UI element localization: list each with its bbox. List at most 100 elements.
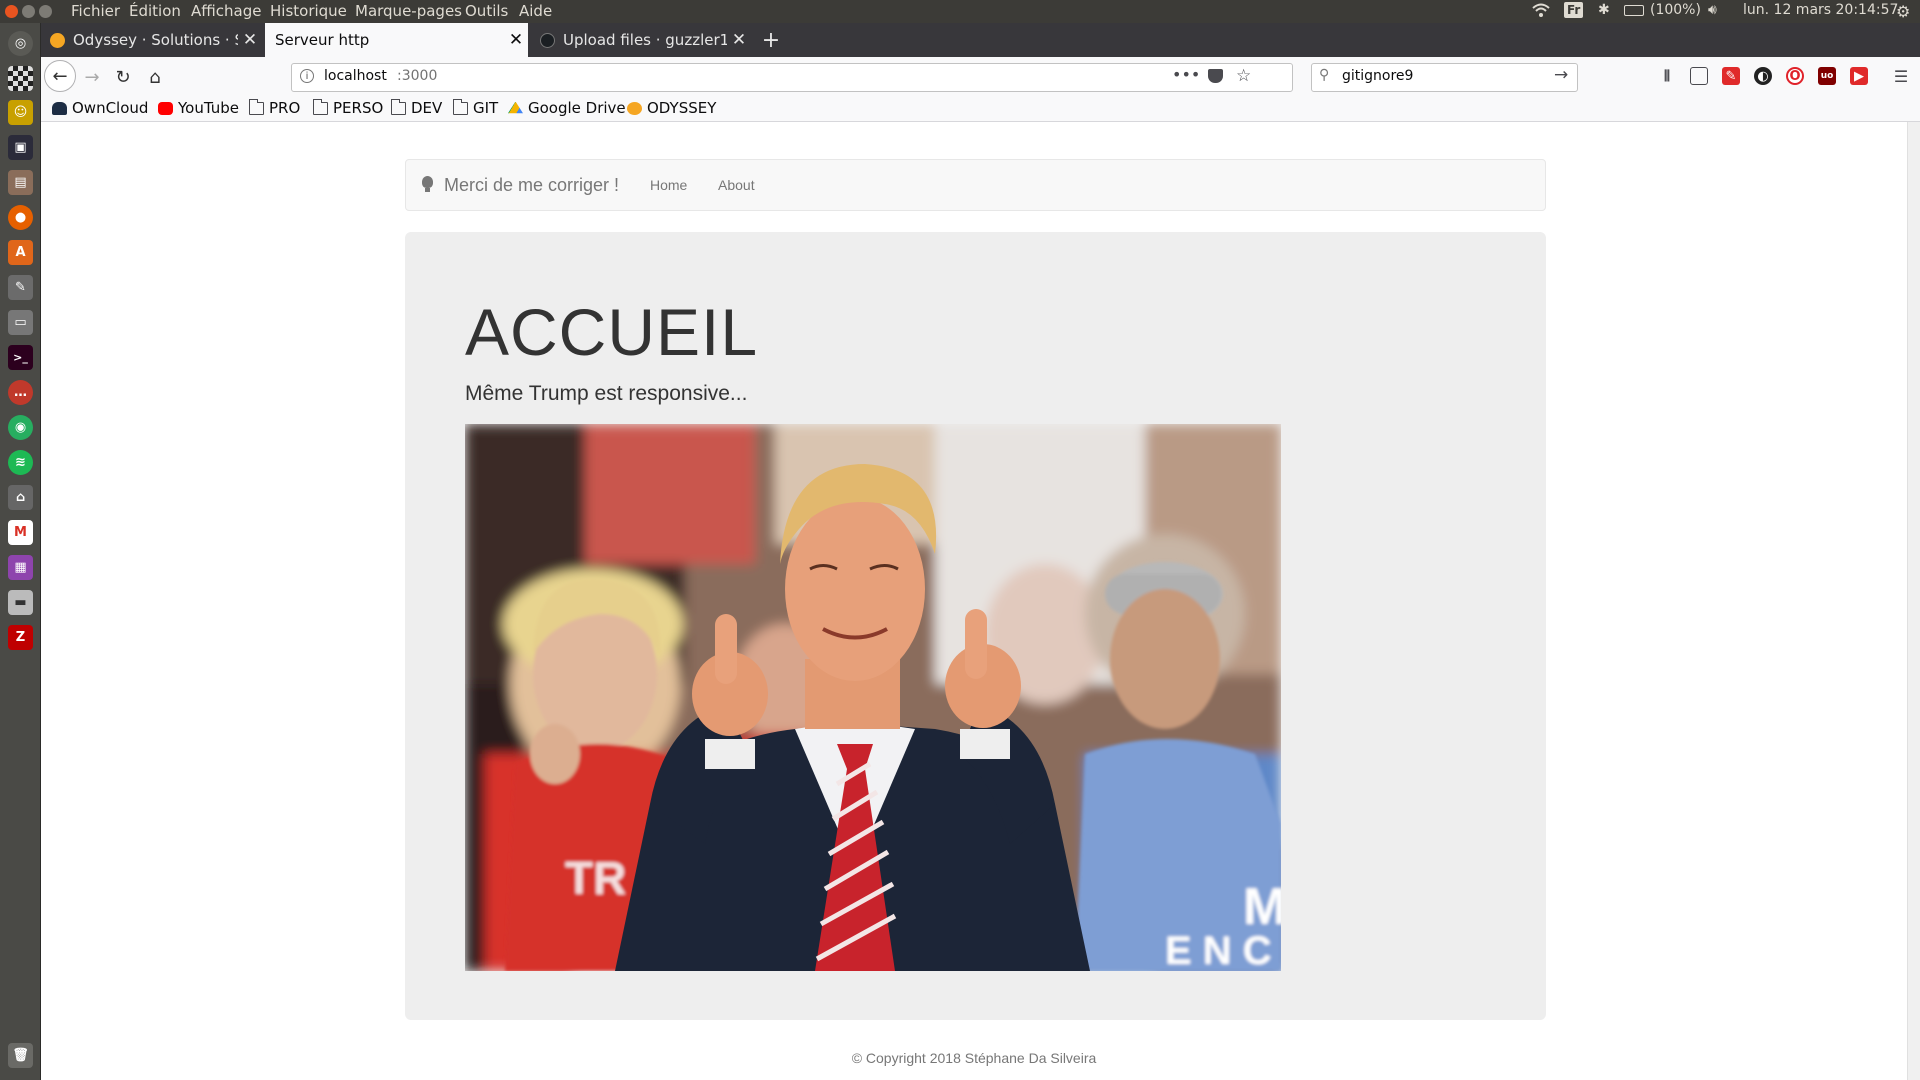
spotify-icon[interactable]: ≋	[8, 450, 33, 475]
menu-historique[interactable]: Historique	[270, 2, 347, 20]
battery-level-text: (100%)	[1650, 2, 1701, 18]
svg-text:TR: TR	[565, 852, 626, 904]
dash-icon[interactable]: ◎	[8, 31, 33, 56]
bookmark-folder-pro[interactable]: PRO	[249, 98, 300, 117]
hero-photo: M E N C TR	[465, 424, 1281, 971]
clock-text[interactable]: lun. 12 mars 20:14:57	[1743, 2, 1898, 18]
battery-icon[interactable]	[1624, 5, 1644, 16]
bookmark-odyssey[interactable]: ODYSSEY	[627, 99, 716, 117]
settings-icon[interactable]: ✎	[8, 275, 33, 300]
window-maximize-button[interactable]	[39, 5, 52, 18]
bookmark-google-drive[interactable]: Google Drive	[508, 99, 626, 117]
ublock-icon[interactable]: uo	[1818, 67, 1836, 85]
screenshot-icon[interactable]: ▣	[8, 135, 33, 160]
page-subtitle: Même Trump est responsive...	[465, 382, 748, 405]
extension-youtube-icon[interactable]: ▶	[1850, 67, 1868, 85]
extension-red-pen-icon[interactable]: ✎	[1722, 67, 1740, 85]
nav-home-link[interactable]: Home	[650, 177, 687, 193]
chess-icon[interactable]	[8, 66, 33, 91]
bookmark-folder-perso[interactable]: PERSO	[313, 98, 383, 117]
library-icon[interactable]: ⫼	[1658, 67, 1676, 85]
site-footer: © Copyright 2018 Stéphane Da Silveira	[851, 1050, 1097, 1066]
pocket-icon[interactable]	[1208, 69, 1223, 83]
window-close-button[interactable]	[5, 5, 18, 18]
back-button[interactable]: ←	[44, 60, 76, 92]
close-tab-icon[interactable]: ✕	[504, 30, 528, 50]
sidebar-icon[interactable]	[1690, 67, 1708, 85]
github-favicon-icon	[540, 32, 555, 48]
lightbulb-base	[425, 188, 430, 192]
network-icon[interactable]: ⌂	[8, 485, 33, 510]
wifi-icon[interactable]	[1532, 2, 1550, 22]
chat-icon[interactable]: …	[8, 380, 33, 405]
svg-text:M: M	[1243, 878, 1281, 936]
firefox-icon[interactable]: ●	[8, 205, 33, 230]
filezilla-icon[interactable]: Z	[8, 625, 33, 650]
terminal-icon[interactable]: >_	[8, 345, 33, 370]
hero-photo-illustration: M E N C TR	[465, 424, 1281, 971]
menu-outils[interactable]: Outils	[465, 2, 508, 20]
gmail-icon[interactable]: M	[8, 520, 33, 545]
menu-marque-pages[interactable]: Marque-pages	[355, 2, 462, 20]
bookmark-folder-git[interactable]: GIT	[453, 98, 498, 117]
nav-about-link[interactable]: About	[718, 177, 755, 193]
tab-odyssey[interactable]: Odyssey · Solutions · Se ✕	[41, 23, 262, 57]
search-input[interactable]: gitignore9	[1342, 68, 1413, 84]
bookmarks-toolbar: OwnCloud YouTube PRO PERSO DEV GIT Googl…	[41, 97, 1920, 122]
extension-dark-circle-icon[interactable]: ◐	[1754, 67, 1772, 85]
browser-nav-bar: ← → ↻ ⌂ i localhost :3000 ••• ☆ ⚲ gitign…	[41, 57, 1920, 97]
hamburger-menu-icon[interactable]: ☰	[1892, 67, 1910, 86]
bookmark-folder-dev[interactable]: DEV	[391, 98, 442, 117]
menu-aide[interactable]: Aide	[519, 2, 552, 20]
jumbotron: ACCUEIL Même Trump est responsive... M E…	[405, 232, 1546, 1020]
bluetooth-icon[interactable]: ✱	[1598, 2, 1610, 18]
tab-upload-files[interactable]: Upload files · guzzler13/ ✕	[531, 23, 751, 57]
page-scrollbar[interactable]	[1907, 122, 1920, 1080]
media-icon[interactable]: ▦	[8, 555, 33, 580]
menu-edition[interactable]: Édition	[129, 2, 181, 20]
trash-icon[interactable]: 🗑︎	[8, 1043, 33, 1068]
bookmark-owncloud[interactable]: OwnCloud	[52, 99, 148, 117]
search-bar[interactable]: ⚲ gitignore9 →	[1311, 63, 1578, 92]
volume-icon[interactable]: 🔊︎	[1708, 2, 1717, 18]
reload-button[interactable]: ↻	[109, 63, 137, 91]
bookmark-youtube[interactable]: YouTube	[158, 99, 239, 117]
folder-icon	[391, 98, 406, 115]
lightbulb-icon	[422, 176, 433, 188]
site-navbar: Merci de me corriger ! Home About	[405, 159, 1546, 211]
pidgin-icon[interactable]: ☺	[8, 100, 33, 125]
close-tab-icon[interactable]: ✕	[727, 30, 751, 50]
home-button[interactable]: ⌂	[141, 63, 169, 91]
page-actions-icon[interactable]: •••	[1172, 65, 1200, 84]
disk-icon[interactable]: ▬	[8, 590, 33, 615]
info-icon[interactable]: i	[300, 69, 314, 83]
page-viewport: Merci de me corriger ! Home About ACCUEI…	[41, 122, 1907, 1080]
owncloud-icon	[52, 101, 67, 115]
software-center-icon[interactable]: A	[8, 240, 33, 265]
search-go-icon[interactable]: →	[1554, 65, 1568, 85]
url-bar[interactable]: i localhost :3000 ••• ☆	[291, 63, 1293, 92]
folder-icon	[249, 98, 264, 115]
files-icon[interactable]: ▤	[8, 170, 33, 195]
menu-fichier[interactable]: Fichier	[71, 2, 120, 20]
bookmark-star-icon[interactable]: ☆	[1236, 66, 1251, 86]
webcam-icon[interactable]: ◉	[8, 415, 33, 440]
keyboard-layout-indicator[interactable]: Fr	[1564, 2, 1584, 18]
page-title: ACCUEIL	[465, 295, 759, 369]
drive-icon[interactable]: ▭	[8, 310, 33, 335]
system-gear-icon[interactable]: ⚙	[1896, 2, 1910, 21]
new-tab-button[interactable]: +	[754, 23, 788, 57]
folder-icon	[313, 98, 328, 115]
window-minimize-button[interactable]	[22, 5, 35, 18]
folder-icon	[453, 98, 468, 115]
extension-opera-icon[interactable]: O	[1786, 67, 1804, 85]
tab-serveur-http[interactable]: Serveur http ✕	[265, 23, 528, 57]
odyssey-favicon-icon	[50, 32, 65, 48]
unity-launcher: ◎ ☺ ▣ ▤ ● A ✎ ▭ >_ … ◉ ≋ ⌂ M ▦ ▬ Z 🗑︎	[0, 23, 41, 1080]
site-brand[interactable]: Merci de me corriger !	[444, 175, 619, 196]
close-tab-icon[interactable]: ✕	[238, 30, 262, 50]
menu-affichage[interactable]: Affichage	[191, 2, 261, 20]
search-icon: ⚲	[1319, 67, 1330, 83]
youtube-icon	[158, 101, 173, 115]
forward-button[interactable]: →	[78, 63, 106, 91]
